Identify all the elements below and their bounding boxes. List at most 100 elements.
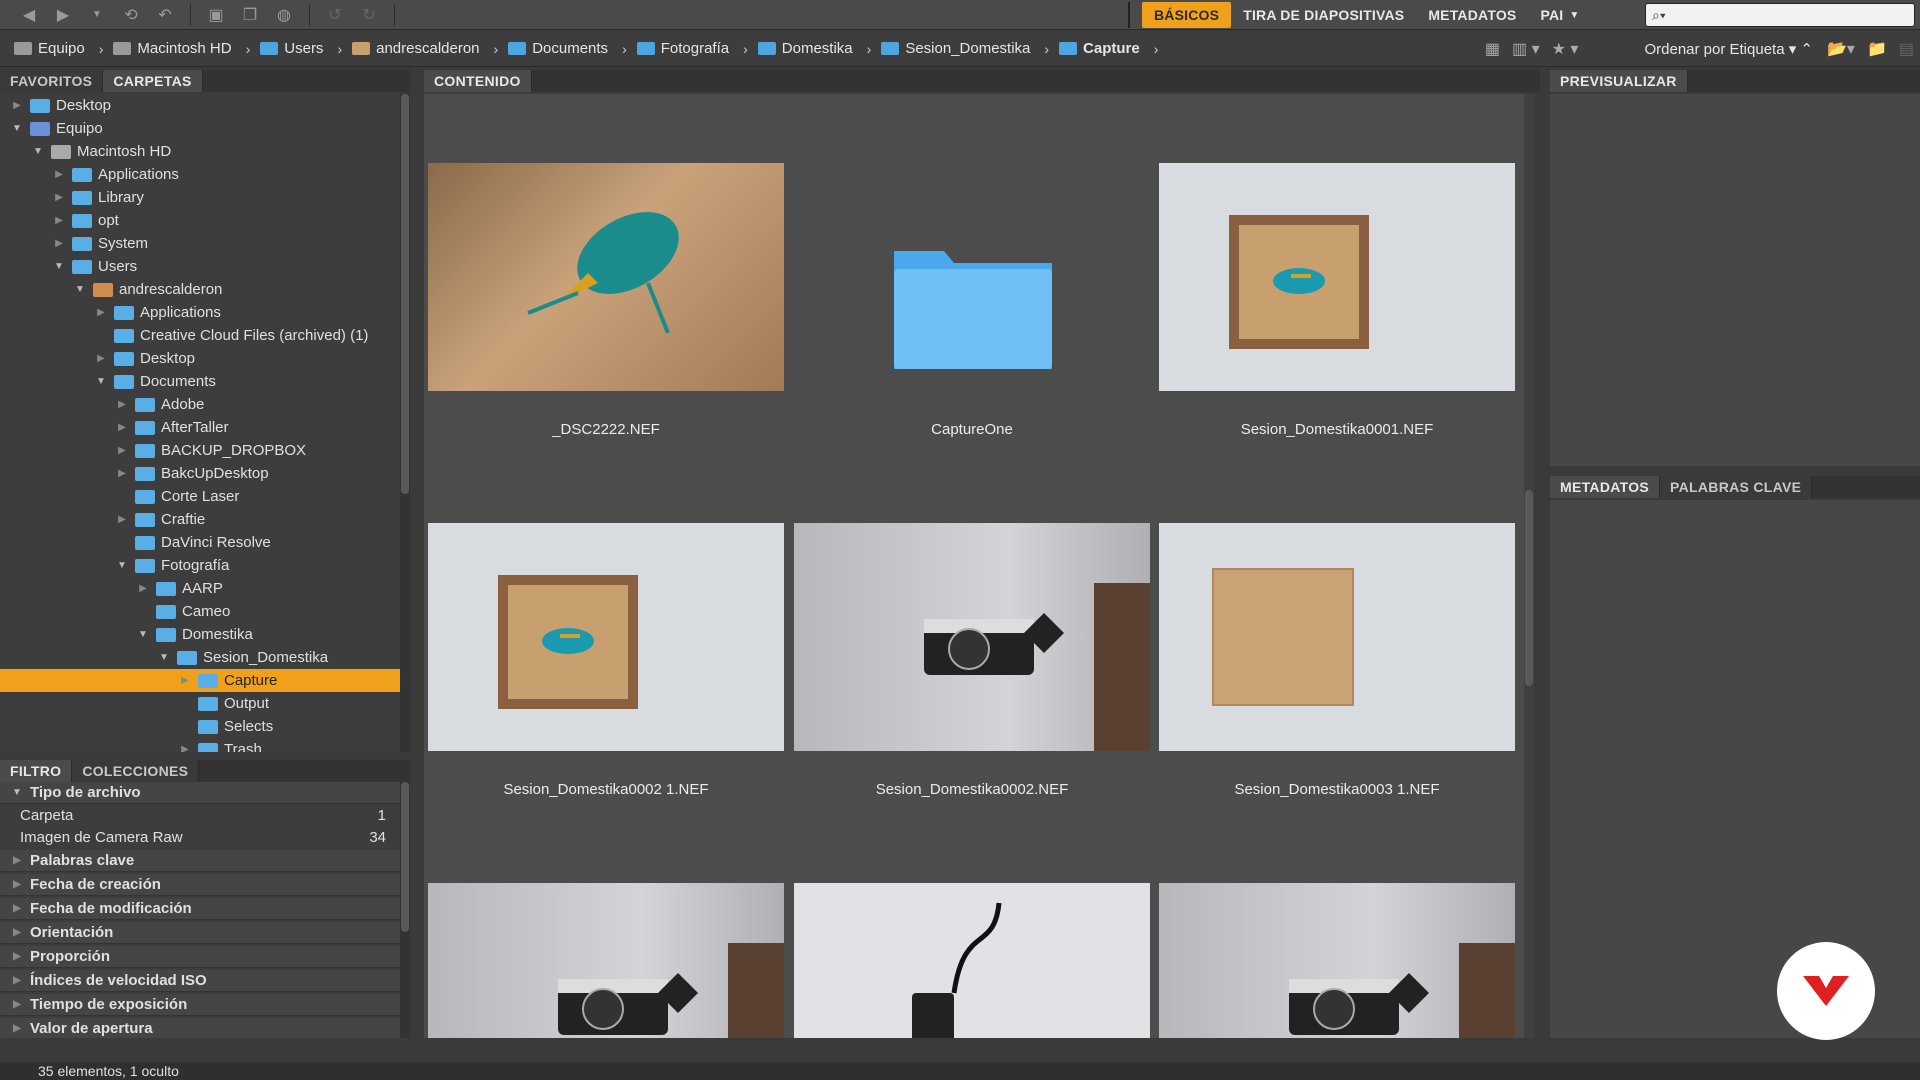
disclosure-closed-icon[interactable]: ▶ (115, 399, 129, 410)
image-thumbnail[interactable] (1159, 883, 1515, 1038)
thumbnail-label[interactable]: CaptureOne (794, 421, 1150, 438)
tree-item[interactable]: ▶ Applications (0, 163, 400, 186)
tree-item[interactable]: ▶ Capture (0, 669, 400, 692)
tree-item[interactable]: Corte Laser (0, 485, 400, 508)
chevron-right-icon[interactable]: › (867, 41, 872, 57)
history-icon[interactable]: ⟲ (116, 4, 146, 26)
workspace-tira[interactable]: TIRA DE DIAPOSITIVAS (1231, 0, 1416, 30)
undo-icon[interactable]: ↺ (320, 4, 350, 26)
tab-filtro[interactable]: FILTRO (0, 760, 73, 782)
tree-item[interactable]: ▶ AfterTaller (0, 416, 400, 439)
tab-favoritos[interactable]: FAVORITOS (0, 70, 104, 92)
chevron-right-icon[interactable]: › (99, 41, 104, 57)
breadcrumb-item[interactable]: Users (260, 40, 323, 57)
folder-scrollbar[interactable] (400, 94, 410, 752)
tree-item[interactable]: Cameo (0, 600, 400, 623)
breadcrumb-item[interactable]: Fotografía (636, 40, 729, 57)
image-thumbnail[interactable] (428, 523, 784, 751)
disclosure-open-icon[interactable]: ▼ (52, 261, 66, 272)
disclosure-open-icon[interactable]: ▼ (31, 146, 45, 157)
breadcrumb-item[interactable]: Sesion_Domestika (881, 40, 1030, 57)
workspace-basicos[interactable]: BÁSICOS (1142, 2, 1232, 28)
filter-scrollbar[interactable] (400, 782, 410, 1038)
breadcrumb-item[interactable]: Macintosh HD (113, 40, 232, 57)
tab-carpetas[interactable]: CARPETAS (103, 70, 203, 92)
tree-item[interactable]: ▶ Craftie (0, 508, 400, 531)
tree-item[interactable]: ▼ Sesion_Domestika (0, 646, 400, 669)
forward-icon[interactable]: ▶ (48, 4, 78, 26)
redo-icon[interactable]: ↻ (354, 4, 384, 26)
image-thumbnail[interactable] (428, 163, 784, 391)
chevron-right-icon[interactable]: › (246, 41, 251, 57)
chevron-right-icon[interactable]: › (622, 41, 627, 57)
workspace-pai[interactable]: PAI ▼ (1528, 0, 1591, 30)
workspace-metadatos[interactable]: METADATOS (1416, 0, 1528, 30)
tree-item[interactable]: ▶ opt (0, 209, 400, 232)
back-icon[interactable]: ◀ (14, 4, 44, 26)
filter-item[interactable]: Carpeta 1 (0, 804, 400, 826)
breadcrumb-item[interactable]: Capture (1059, 40, 1140, 57)
camera-icon[interactable]: ▣ (201, 4, 231, 26)
image-thumbnail[interactable] (428, 883, 784, 1038)
chevron-right-icon[interactable]: › (743, 41, 748, 57)
tree-item[interactable]: ▶ System (0, 232, 400, 255)
tab-metadatos[interactable]: METADATOS (1550, 476, 1661, 498)
disclosure-closed-icon[interactable]: ▶ (115, 422, 129, 433)
disclosure-closed-icon[interactable]: ▶ (52, 169, 66, 180)
filter-section[interactable]: ▶ Índices de velocidad ISO (0, 970, 400, 992)
tab-palabras-clave[interactable]: PALABRAS CLAVE (1660, 476, 1813, 498)
disclosure-open-icon[interactable]: ▼ (115, 560, 129, 571)
refine-icon[interactable]: ◍ (269, 4, 299, 26)
disclosure-closed-icon[interactable]: ▶ (115, 468, 129, 479)
open-recent-icon[interactable]: 📂▾ (1827, 39, 1855, 59)
tree-item[interactable]: ▶ Applications (0, 301, 400, 324)
tree-item[interactable]: ▼ Domestika (0, 623, 400, 646)
disclosure-closed-icon[interactable]: ▶ (115, 445, 129, 456)
filter-section[interactable]: ▶ Proporción (0, 946, 400, 968)
tree-item[interactable]: ▼ Equipo (0, 117, 400, 140)
disclosure-closed-icon[interactable]: ▶ (10, 100, 24, 111)
filter-section[interactable]: ▶ Fecha de creación (0, 874, 400, 896)
image-thumbnail[interactable] (1159, 523, 1515, 751)
thumbnail-label[interactable]: Sesion_Domestika0003 1.NEF (1159, 781, 1515, 798)
thumbnail-label[interactable]: Sesion_Domestika0002.NEF (794, 781, 1150, 798)
content-scrollbar[interactable] (1524, 94, 1534, 1038)
tree-item[interactable]: Creative Cloud Files (archived) (1) (0, 324, 400, 347)
new-folder-icon[interactable]: 📁 (1867, 39, 1887, 59)
breadcrumb-item[interactable]: Domestika (757, 40, 853, 57)
tree-item[interactable]: Output (0, 692, 400, 715)
chevron-down-icon[interactable]: ▼ (82, 4, 112, 26)
tree-item[interactable]: ▶ AARP (0, 577, 400, 600)
sort-dropdown[interactable]: Ordenar por Etiqueta ▾ ⌃ (1644, 40, 1813, 58)
disclosure-closed-icon[interactable]: ▶ (52, 215, 66, 226)
disclosure-open-icon[interactable]: ▼ (157, 652, 171, 663)
chevron-right-icon[interactable]: › (1044, 41, 1049, 57)
tree-item[interactable]: ▶ BakcUpDesktop (0, 462, 400, 485)
tree-item[interactable]: ▼ Documents (0, 370, 400, 393)
filter-section-file-type[interactable]: ▼ Tipo de archivo (0, 782, 400, 804)
filter-section[interactable]: ▶ Orientación (0, 922, 400, 944)
tree-item[interactable]: ▼ Fotografía (0, 554, 400, 577)
tree-item[interactable]: DaVinci Resolve (0, 531, 400, 554)
disclosure-closed-icon[interactable]: ▶ (52, 192, 66, 203)
thumbnail-label[interactable]: Sesion_Domestika0002 1.NEF (428, 781, 784, 798)
image-thumbnail[interactable] (794, 523, 1150, 751)
filter-item[interactable]: Imagen de Camera Raw 34 (0, 826, 400, 848)
filter-scrollbar-thumb[interactable] (401, 782, 409, 932)
tree-item[interactable]: ▶ Adobe (0, 393, 400, 416)
tree-item[interactable]: ▶ Desktop (0, 347, 400, 370)
disclosure-open-icon[interactable]: ▼ (136, 629, 150, 640)
disclosure-open-icon[interactable]: ▼ (94, 376, 108, 387)
thumbnail-label[interactable]: _DSC2222.NEF (428, 421, 784, 438)
filter-section[interactable]: ▶ Tiempo de exposición (0, 994, 400, 1016)
image-thumbnail[interactable] (1159, 163, 1515, 391)
content-scrollbar-thumb[interactable] (1525, 490, 1533, 686)
disclosure-closed-icon[interactable]: ▶ (52, 238, 66, 249)
return-icon[interactable]: ↶ (150, 4, 180, 26)
tree-item[interactable]: ▶ Library (0, 186, 400, 209)
tab-colecciones[interactable]: COLECCIONES (72, 760, 200, 782)
tree-item[interactable]: ▶ Desktop (0, 94, 400, 117)
tree-item[interactable]: Selects (0, 715, 400, 738)
chevron-right-icon[interactable]: › (1154, 41, 1159, 57)
tab-previsualizar[interactable]: PREVISUALIZAR (1550, 70, 1688, 92)
